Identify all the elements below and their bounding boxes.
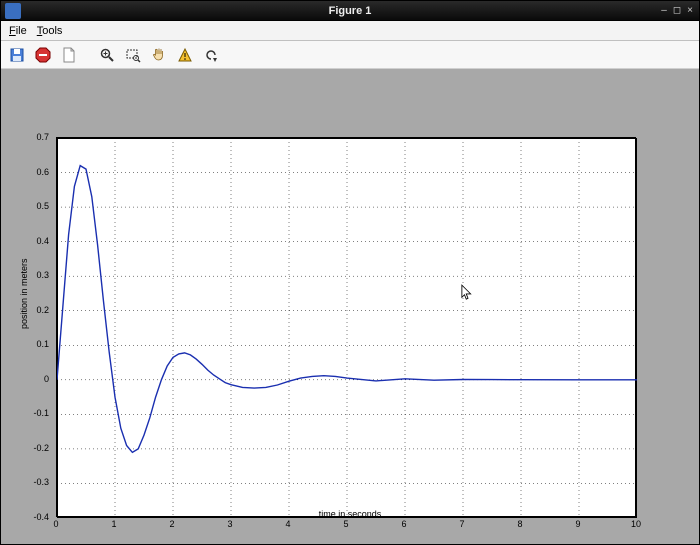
newpage-button[interactable]	[59, 45, 79, 65]
y-tick: 0.4	[36, 236, 49, 246]
y-tick: 0	[44, 374, 49, 384]
y-tick: 0.5	[36, 201, 49, 211]
save-button[interactable]	[7, 45, 27, 65]
window-icon	[5, 3, 21, 19]
page-icon	[61, 47, 77, 63]
minimize-button[interactable]: –	[661, 5, 667, 16]
zoom-icon	[99, 47, 115, 63]
zoom-rect-icon	[125, 47, 141, 63]
x-tick: 3	[227, 519, 232, 529]
undo-button[interactable]	[201, 45, 221, 65]
data-cursor-button[interactable]	[175, 45, 195, 65]
window-title: Figure 1	[1, 5, 699, 17]
y-tick: -0.1	[33, 408, 49, 418]
y-tick: 0.3	[36, 270, 49, 280]
x-tick: 9	[575, 519, 580, 529]
y-tick: 0.7	[36, 132, 49, 142]
x-tick: 2	[169, 519, 174, 529]
y-tick: -0.2	[33, 443, 49, 453]
datacursor-icon	[177, 47, 193, 63]
pan-button[interactable]	[149, 45, 169, 65]
x-tick: 6	[401, 519, 406, 529]
x-tick: 8	[517, 519, 522, 529]
titlebar[interactable]: Figure 1 – ◻ ×	[1, 1, 699, 21]
window-controls: – ◻ ×	[661, 5, 699, 16]
x-tick: 7	[459, 519, 464, 529]
y-tick: 0.2	[36, 305, 49, 315]
x-axis-label: time in seconds	[319, 509, 382, 519]
y-tick: -0.4	[33, 512, 49, 522]
y-tick: -0.3	[33, 477, 49, 487]
x-tick: 5	[343, 519, 348, 529]
x-tick: 0	[53, 519, 58, 529]
zoom-rect-button[interactable]	[123, 45, 143, 65]
x-tick: 4	[285, 519, 290, 529]
stop-icon	[35, 47, 51, 63]
toolbar	[1, 41, 699, 69]
x-tick: 1	[111, 519, 116, 529]
figure-canvas[interactable]: 0 1 2 3 4 5 6 7 8 9 10 -0.4 -0.3 -0.2 -0.1 0 0.1 0.2 0.3 0…	[1, 69, 699, 544]
plot-svg	[57, 138, 637, 518]
figure-window: Figure 1 – ◻ × File Tools	[0, 0, 700, 545]
y-tick: 0.1	[36, 339, 49, 349]
menubar: File Tools	[1, 21, 699, 41]
x-tick: 10	[631, 519, 641, 529]
y-axis-label: position in meters	[19, 258, 29, 329]
maximize-button[interactable]: ◻	[673, 5, 681, 16]
stop-button[interactable]	[33, 45, 53, 65]
pan-icon	[151, 47, 167, 63]
axes[interactable]	[56, 137, 636, 517]
y-tick: 0.6	[36, 167, 49, 177]
menu-file[interactable]: File	[9, 25, 27, 37]
menu-tools[interactable]: Tools	[37, 25, 63, 37]
undo-icon	[203, 47, 219, 63]
zoom-button[interactable]	[97, 45, 117, 65]
save-icon	[9, 47, 25, 63]
close-button[interactable]: ×	[687, 5, 693, 16]
